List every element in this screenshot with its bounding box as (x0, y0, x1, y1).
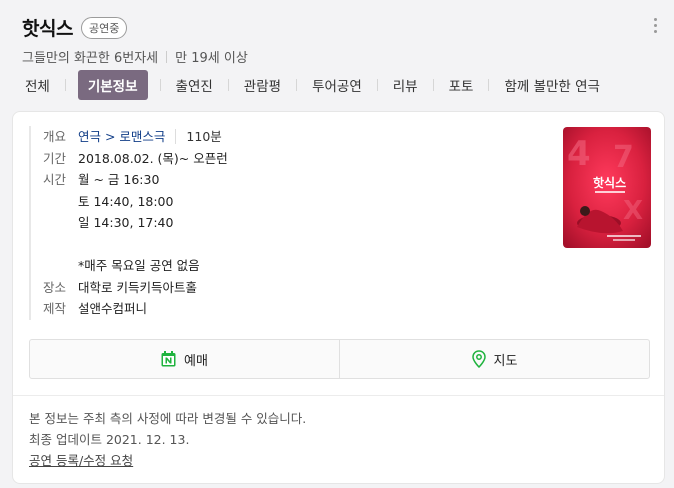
tab-divider (376, 79, 378, 91)
tab-divider (488, 79, 490, 91)
subtitle-main: 그들만의 화끈한 6번자세 (22, 51, 159, 66)
producer-link[interactable]: 설앤수컴퍼니 (78, 298, 147, 320)
tab-reviews-rating[interactable]: 관람평 (241, 75, 284, 95)
venue-row: 장소 대학로 키득키득아트홀 (43, 277, 529, 299)
period-row: 기간 2018.08.02. (목)~ 오픈런 (43, 148, 529, 170)
time-blank (78, 234, 200, 256)
action-bar: 예매 지도 (29, 339, 650, 379)
card-divider (13, 395, 664, 396)
tab-divider (432, 79, 434, 91)
tab-photo[interactable]: 포토 (446, 75, 477, 95)
svg-text:4: 4 (567, 134, 591, 174)
genre-link[interactable]: 연극 > 로맨스극 (78, 129, 165, 144)
edit-request-link[interactable]: 공연 등록/수정 요청 (29, 453, 133, 468)
overview-label: 개요 (43, 129, 67, 144)
more-options-icon[interactable] (652, 18, 658, 33)
reserve-label: 예매 (184, 353, 208, 369)
tab-cast[interactable]: 출연진 (173, 75, 216, 95)
tab-related-plays[interactable]: 함께 볼만한 연극 (501, 75, 603, 95)
time-weekday: 월 ~ 금 16:30 (78, 172, 160, 187)
footer-notice: 본 정보는 주최 측의 사정에 따라 변경될 수 있습니다. (29, 411, 307, 426)
poster-title: 핫식스 (593, 175, 626, 190)
poster-image[interactable]: 4 7 X 핫식스 (563, 127, 651, 248)
tab-basic-info[interactable]: 기본정보 (77, 70, 148, 100)
status-badge: 공연중 (80, 16, 128, 39)
time-label: 시간 (43, 172, 67, 187)
venue-label: 장소 (43, 279, 67, 295)
time-notice: *매주 목요일 공연 없음 (78, 258, 200, 273)
time-values: 월 ~ 금 16:30 토 14:40, 18:00 일 14:30, 17:4… (78, 169, 200, 277)
time-saturday: 토 14:40, 18:00 (78, 193, 174, 209)
svg-text:X: X (623, 196, 643, 226)
tab-divider (227, 79, 229, 91)
footer-info: 본 정보는 주최 측의 사정에 따라 변경될 수 있습니다. 최종 업데이트 2… (29, 408, 306, 471)
tab-divider (64, 79, 66, 91)
subtitle-divider (166, 50, 168, 63)
title-row: 핫식스 공연중 (22, 14, 128, 41)
header: 핫식스 공연중 그들만의 화끈한 6번자세 만 19세 이상 전체 기본정보 출… (0, 0, 674, 110)
period-value: 2018.08.02. (목)~ 오픈런 (78, 150, 228, 166)
running-time: 110분 (175, 129, 222, 144)
period-label: 기간 (43, 150, 67, 166)
overview-value: 연극 > 로맨스극 110분 (78, 126, 222, 148)
venue-link[interactable]: 대학로 키득키득아트홀 (78, 277, 197, 299)
map-pin-icon (471, 350, 486, 368)
time-row: 시간 월 ~ 금 16:30 토 14:40, 18:00 일 14:30, 1… (43, 169, 529, 277)
last-updated: 최종 업데이트 2021. 12. 13. (29, 432, 190, 447)
tab-review[interactable]: 리뷰 (390, 75, 421, 95)
basic-info-list: 개요 연극 > 로맨스극 110분 기간 2018.08.02. (목)~ 오픈런… (29, 126, 529, 320)
tab-tour[interactable]: 투어공연 (309, 75, 365, 95)
naver-booking-icon (161, 351, 176, 367)
map-button[interactable]: 지도 (339, 340, 649, 378)
page-title: 핫식스 (22, 18, 73, 40)
subtitle: 그들만의 화끈한 6번자세 만 19세 이상 (22, 47, 248, 66)
svg-text:7: 7 (613, 140, 634, 175)
tab-divider (159, 79, 161, 91)
time-sunday: 일 14:30, 17:40 (78, 215, 174, 230)
producer-label: 제작 (43, 301, 67, 316)
age-rating: 만 19세 이상 (175, 51, 248, 66)
info-card: 개요 연극 > 로맨스극 110분 기간 2018.08.02. (목)~ 오픈런… (12, 111, 665, 484)
tab-all[interactable]: 전체 (22, 75, 53, 95)
producer-row: 제작 설앤수컴퍼니 (43, 298, 529, 320)
tab-divider (296, 79, 298, 91)
overview-row: 개요 연극 > 로맨스극 110분 (43, 126, 529, 148)
map-label: 지도 (493, 353, 518, 369)
tab-bar: 전체 기본정보 출연진 관람평 투어공연 리뷰 포토 함께 볼만한 연극 (22, 70, 603, 100)
reserve-button[interactable]: 예매 (30, 340, 339, 378)
poster-graphic: 4 7 X 핫식스 (563, 127, 651, 248)
